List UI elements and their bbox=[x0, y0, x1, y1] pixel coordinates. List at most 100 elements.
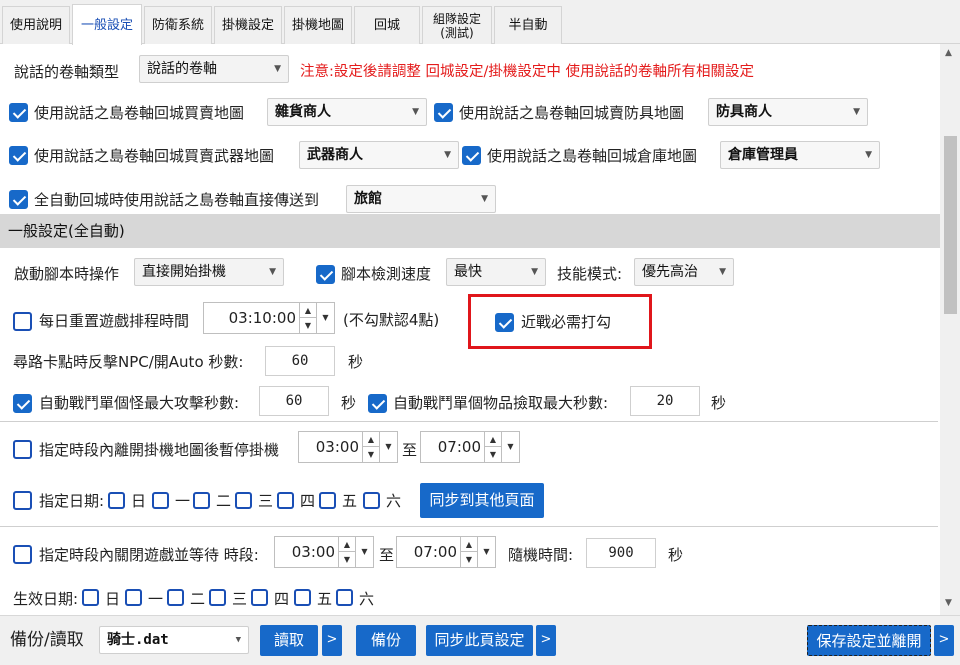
tab-party-settings[interactable]: 組隊設定 (測試) bbox=[422, 6, 492, 44]
spin-up-icon[interactable]: ▲ bbox=[363, 432, 379, 447]
scroll-down-icon[interactable]: ▼ bbox=[945, 598, 952, 608]
grocery-map-checkbox[interactable] bbox=[9, 103, 28, 122]
pause-date-checkbox[interactable] bbox=[13, 491, 32, 510]
backup-button[interactable]: 備份 bbox=[356, 625, 416, 656]
chevron-down-icon: ▼ bbox=[865, 150, 872, 160]
spin-up-icon[interactable]: ▲ bbox=[461, 537, 477, 552]
chevron-down-icon: ▼ bbox=[531, 267, 538, 277]
tab-instructions[interactable]: 使用說明 bbox=[2, 6, 70, 44]
save-and-exit-button[interactable]: 保存設定並離開 bbox=[807, 625, 931, 656]
detect-speed-select[interactable]: 最快 ▼ bbox=[446, 258, 546, 286]
scroll-type-select[interactable]: 說話的卷軸 ▼ bbox=[139, 55, 289, 83]
warehouse-map-select[interactable]: 倉庫管理員 ▼ bbox=[720, 141, 880, 169]
close-day-wed-label: 三 bbox=[232, 590, 248, 608]
melee-checkbox[interactable] bbox=[495, 313, 514, 332]
sync-page-button[interactable]: 同步此頁設定 bbox=[426, 625, 533, 656]
save-more-button[interactable]: > bbox=[934, 625, 954, 656]
section-header: 一般設定(全自動) bbox=[0, 214, 940, 248]
pause-day-sat-checkbox[interactable] bbox=[363, 492, 380, 509]
time-spinner[interactable]: ▲ ▼ bbox=[338, 537, 355, 567]
spin-down-icon[interactable]: ▼ bbox=[300, 318, 316, 333]
close-day-tue-checkbox[interactable] bbox=[167, 589, 184, 606]
chevron-down-icon: ▼ bbox=[853, 107, 860, 117]
read-more-button[interactable]: > bbox=[322, 625, 342, 656]
detect-speed-label: 腳本檢測速度 bbox=[341, 265, 432, 283]
skill-mode-select[interactable]: 優先高治 ▼ bbox=[634, 258, 734, 286]
close-to-time-picker[interactable]: 07:00 ▲ ▼ ▼ bbox=[396, 536, 496, 568]
chevron-down-icon: ▼ bbox=[719, 267, 726, 277]
tab-semi-auto[interactable]: 半自動 bbox=[494, 6, 562, 44]
close-period-label: 指定時段內關閉遊戲並等待 時段: bbox=[39, 546, 259, 564]
spin-down-icon[interactable]: ▼ bbox=[485, 447, 501, 462]
tab-return-town[interactable]: 回城 bbox=[354, 6, 420, 44]
path-stuck-seconds-input[interactable]: 60 bbox=[265, 346, 335, 376]
tab-idle-settings[interactable]: 掛機設定 bbox=[214, 6, 282, 44]
time-spinner[interactable]: ▲ ▼ bbox=[299, 303, 316, 333]
pause-day-wed-checkbox[interactable] bbox=[235, 492, 252, 509]
time-spinner[interactable]: ▲ ▼ bbox=[484, 432, 501, 462]
pause-date-label: 指定日期: bbox=[39, 492, 105, 510]
pause-day-thu-label: 四 bbox=[300, 492, 316, 510]
pause-day-thu-checkbox[interactable] bbox=[277, 492, 294, 509]
pause-day-fri-checkbox[interactable] bbox=[319, 492, 336, 509]
chevron-down-icon[interactable]: ▼ bbox=[501, 432, 519, 462]
weapon-map-checkbox[interactable] bbox=[9, 146, 28, 165]
start-action-select[interactable]: 直接開始掛機 ▼ bbox=[134, 258, 284, 286]
random-time-input[interactable]: 900 bbox=[586, 538, 656, 568]
chevron-down-icon[interactable]: ▼ bbox=[355, 537, 373, 567]
teleport-select[interactable]: 旅館 ▼ bbox=[346, 185, 496, 213]
read-button[interactable]: 讀取 bbox=[260, 625, 318, 656]
spin-down-icon[interactable]: ▼ bbox=[363, 447, 379, 462]
close-period-checkbox[interactable] bbox=[13, 545, 32, 564]
pause-to-time-picker[interactable]: 07:00 ▲ ▼ ▼ bbox=[420, 431, 520, 463]
spin-up-icon[interactable]: ▲ bbox=[300, 303, 316, 318]
chevron-down-icon[interactable]: ▼ bbox=[477, 537, 495, 567]
close-day-tue-label: 二 bbox=[190, 590, 206, 608]
pause-from-time-picker[interactable]: 03:00 ▲ ▼ ▼ bbox=[298, 431, 398, 463]
tab-defense-system[interactable]: 防衛系統 bbox=[144, 6, 212, 44]
pause-period-checkbox[interactable] bbox=[13, 440, 32, 459]
armor-map-checkbox[interactable] bbox=[434, 103, 453, 122]
pause-day-mon-checkbox[interactable] bbox=[152, 492, 169, 509]
pause-day-sun-checkbox[interactable] bbox=[108, 492, 125, 509]
spin-up-icon[interactable]: ▲ bbox=[339, 537, 355, 552]
scrollbar-thumb[interactable] bbox=[944, 136, 957, 314]
armor-map-select[interactable]: 防具商人 ▼ bbox=[708, 98, 868, 126]
backup-file-select[interactable]: 骑士.dat ▼ bbox=[99, 626, 249, 654]
detect-speed-checkbox[interactable] bbox=[316, 265, 335, 284]
close-day-mon-checkbox[interactable] bbox=[125, 589, 142, 606]
pause-day-tue-checkbox[interactable] bbox=[193, 492, 210, 509]
spin-up-icon[interactable]: ▲ bbox=[485, 432, 501, 447]
grocery-map-select[interactable]: 雜貨商人 ▼ bbox=[267, 98, 427, 126]
sync-other-pages-button[interactable]: 同步到其他頁面 bbox=[420, 483, 544, 518]
daily-reset-time-picker[interactable]: 03:10:00 ▲ ▼ ▼ bbox=[203, 302, 335, 334]
chevron-down-icon[interactable]: ▼ bbox=[379, 432, 397, 462]
max-pickup-seconds-input[interactable]: 20 bbox=[630, 386, 700, 416]
max-attack-checkbox[interactable] bbox=[13, 394, 32, 413]
divider bbox=[0, 526, 938, 527]
tab-idle-map[interactable]: 掛機地圖 bbox=[284, 6, 352, 44]
close-day-thu-checkbox[interactable] bbox=[251, 589, 268, 606]
vertical-scrollbar[interactable]: ▲ ▼ bbox=[940, 44, 960, 615]
max-attack-seconds-input[interactable]: 60 bbox=[259, 386, 329, 416]
chevron-down-icon[interactable]: ▼ bbox=[316, 303, 334, 333]
time-spinner[interactable]: ▲ ▼ bbox=[362, 432, 379, 462]
close-day-sun-checkbox[interactable] bbox=[82, 589, 99, 606]
daily-reset-checkbox[interactable] bbox=[13, 312, 32, 331]
close-from-time-picker[interactable]: 03:00 ▲ ▼ ▼ bbox=[274, 536, 374, 568]
warehouse-map-checkbox[interactable] bbox=[462, 146, 481, 165]
scroll-up-icon[interactable]: ▲ bbox=[945, 48, 952, 58]
spin-down-icon[interactable]: ▼ bbox=[339, 552, 355, 567]
teleport-checkbox[interactable] bbox=[9, 190, 28, 209]
weapon-map-select[interactable]: 武器商人 ▼ bbox=[299, 141, 459, 169]
pause-from-value: 03:00 bbox=[315, 438, 359, 456]
time-spinner[interactable]: ▲ ▼ bbox=[460, 537, 477, 567]
close-day-sat-checkbox[interactable] bbox=[336, 589, 353, 606]
tab-general-settings[interactable]: 一般設定 bbox=[72, 4, 142, 45]
close-day-fri-checkbox[interactable] bbox=[294, 589, 311, 606]
max-pickup-checkbox[interactable] bbox=[368, 394, 387, 413]
spin-down-icon[interactable]: ▼ bbox=[461, 552, 477, 567]
max-pickup-label: 自動戰鬥單個物品撿取最大秒數: bbox=[393, 394, 609, 412]
sync-more-button[interactable]: > bbox=[536, 625, 556, 656]
close-day-wed-checkbox[interactable] bbox=[209, 589, 226, 606]
